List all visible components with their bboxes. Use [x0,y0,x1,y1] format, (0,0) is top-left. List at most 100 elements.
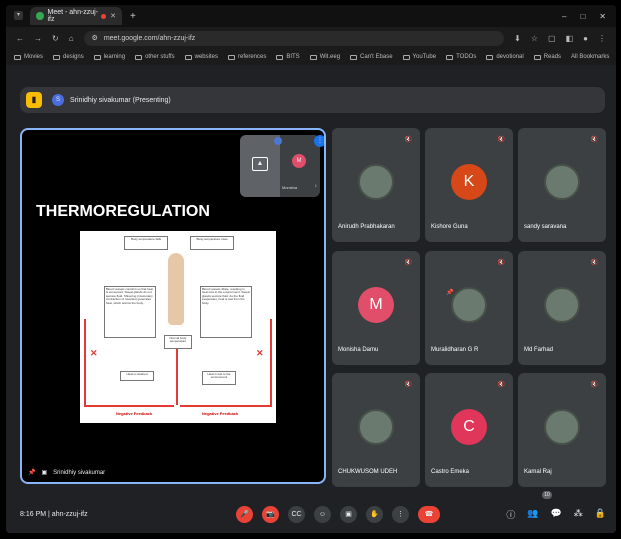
thermoregulation-diagram: Body temperature falls Body temperature … [80,231,276,423]
close-window-icon[interactable]: ✕ [599,12,606,21]
present-button[interactable]: ▣ [340,505,357,523]
download-icon[interactable]: ⬇ [514,34,521,43]
diagram-box-retained: Heat is retained [120,371,154,381]
participant-tile[interactable]: 🔇 C Castro Emeka [425,373,513,487]
feedback-line-right [270,319,272,405]
bookmark-item[interactable]: websites [184,54,218,60]
participant-name: Castro Emeka [431,469,470,475]
camera-off-button[interactable]: 📷 [262,505,279,523]
tab-strip: ▾ Meet - ahn-zzuj-ifz ✕ + – □ ✕ [6,5,616,27]
audio-wave-icon: ⋮ [314,135,324,147]
participant-tile[interactable]: 🔇 sandy saravana [518,128,606,242]
bookmark-item[interactable]: designs [53,54,84,60]
folder-icon [350,54,358,60]
bookmark-label: TODOs [456,54,477,60]
bookmark-label: other stuffs [145,54,175,60]
chat-icon[interactable]: 💬 [551,508,562,521]
folder-icon [533,54,541,60]
folder-icon [309,54,317,60]
feedback-label-right: Negative Feedback [202,411,239,416]
participant-avatar [451,287,487,323]
participant-avatar [544,409,580,445]
bookmark-label: Movies [24,54,44,60]
leave-call-button[interactable]: ☎ [418,505,440,523]
menu-icon[interactable]: ⋮ [598,34,606,43]
meet-favicon-icon [36,12,44,20]
bookmark-item[interactable]: devotional [486,54,524,60]
captions-button[interactable]: CC [288,505,305,523]
muted-mic-icon: 🔇 [404,137,412,143]
presenting-label: Srinidhiy sivakumar (Presenting) [70,96,171,104]
participant-tile[interactable]: 🔇 CHUKWUSOM UDEH [332,373,420,487]
self-view-pip[interactable]: ▲ M Monisha ♪ [240,135,320,197]
meet-area: ▮ S Srinidhiy sivakumar (Presenting) THE… [6,65,616,533]
url-field[interactable]: ⚙ meet.google.com/ahn-zzuj-ifz [83,30,505,46]
tab-meet[interactable]: Meet - ahn-zzuj-ifz ✕ [30,7,122,25]
tab-title: Meet - ahn-zzuj-ifz [47,9,99,23]
profile-icon[interactable]: ● [583,34,588,43]
home-icon[interactable]: ⌂ [69,34,74,43]
pin-tile-icon[interactable]: 📌 [446,289,453,296]
participant-tile[interactable]: 🔇 Kamal Raj [518,373,606,487]
bookmark-item[interactable]: Reads [533,54,561,60]
forward-icon[interactable]: → [34,34,42,43]
pin-icon[interactable]: 📌 [28,469,35,476]
participant-tile[interactable]: 🔇 Anirudh Prabhakaran [332,128,420,242]
participant-tile[interactable]: 🔇 📌 Muralidharan G R [425,251,513,365]
feedback-line-center [176,349,178,405]
bookmark-item[interactable]: Movies [14,54,43,60]
activities-icon[interactable]: ⁂ [574,508,583,521]
participant-name: Monisha Damu [338,347,379,353]
all-bookmarks[interactable]: All Bookmarks [571,54,609,60]
site-info-icon[interactable]: ⚙ [92,34,98,42]
close-tab-icon[interactable]: ✕ [110,12,116,20]
muted-mic-icon: 🔇 [590,260,598,266]
present-icon: ▲ [252,157,268,171]
reload-icon[interactable]: ↻ [52,34,59,43]
bookmark-item[interactable]: TODOs [446,54,476,60]
maximize-icon[interactable]: □ [580,12,585,21]
diagram-box-falls: Body temperature falls [124,236,168,250]
presentation-icon[interactable]: ▮ [26,92,42,108]
info-icon[interactable]: ⓘ [506,508,515,521]
bookmark-item[interactable]: Can't Ebase [350,54,393,60]
mic-off-button[interactable]: 🎤 [236,505,253,523]
raise-hand-button[interactable]: ✋ [366,505,383,523]
back-icon[interactable]: ← [16,34,24,43]
bookmark-item[interactable]: learning [93,54,125,60]
address-bar-row: ← → ↻ ⌂ ⚙ meet.google.com/ahn-zzuj-ifz ⬇… [6,27,616,49]
bookmark-item[interactable]: YouTube [402,54,436,60]
bookmark-label: Can't Ebase [360,54,393,60]
center-controls: 🎤 📷 CC ☺ ▣ ✋ ⋮ ☎ [236,505,440,523]
presentation-stage[interactable]: THERMOREGULATION Body temperature falls … [20,128,326,484]
bookmark-item[interactable]: references [227,54,266,60]
muted-mic-icon: 🔇 [497,382,505,388]
folder-icon [53,54,61,60]
bookmark-label: websites [194,54,218,60]
browser-window: ▾ Meet - ahn-zzuj-ifz ✕ + – □ ✕ ← → ↻ ⌂ … [6,5,616,533]
feedback-line-left [84,319,86,405]
diagram-box-center: Normal body temperature [164,335,192,349]
muted-mic-icon: 🔇 [497,260,505,266]
folder-icon [93,54,101,60]
tab-search-icon[interactable]: ▾ [14,11,23,20]
emoji-button[interactable]: ☺ [314,505,331,523]
sidepanel-icon[interactable]: ◧ [566,34,574,43]
more-options-button[interactable]: ⋮ [392,505,409,523]
bookmark-item[interactable]: BITS [276,54,300,60]
bookmark-star-icon[interactable]: ☆ [531,34,538,43]
share-screen-icon[interactable]: ▣ [41,469,47,476]
bookmark-item[interactable]: other stuffs [135,54,175,60]
participant-tile[interactable]: 🔇 K Kishore Guna [425,128,513,242]
participant-avatar [544,164,580,200]
cross-icon-right: ✕ [256,348,264,358]
people-icon[interactable]: 👥 [527,508,538,521]
minimize-icon[interactable]: – [562,12,566,21]
participant-tile[interactable]: 🔇 M Monisha Damu [332,251,420,365]
participant-tile[interactable]: 🔇 Md Farhad [518,251,606,365]
extensions-icon[interactable]: ▢ [548,34,556,43]
bookmark-item[interactable]: Wit.eeg [309,54,340,60]
lock-icon[interactable]: 🔒 [595,508,606,521]
new-tab-button[interactable]: + [130,11,136,22]
screen-share-preview: ▲ [240,135,280,197]
